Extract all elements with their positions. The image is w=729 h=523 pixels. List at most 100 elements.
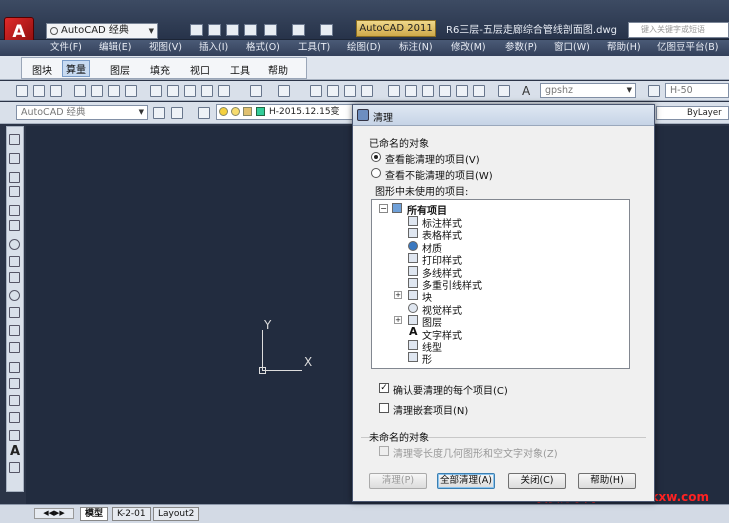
close-button[interactable]: 关闭(C) bbox=[508, 473, 566, 489]
zoom-previous-icon[interactable] bbox=[361, 85, 373, 97]
tool-palettes-icon[interactable] bbox=[422, 85, 434, 97]
help-button[interactable]: 帮助(H) bbox=[578, 473, 636, 489]
menu-tools[interactable]: 工具(T) bbox=[298, 41, 330, 55]
zoom-realtime-icon[interactable] bbox=[327, 85, 339, 97]
tab-hatch[interactable]: 填充 bbox=[150, 62, 170, 77]
menu-format[interactable]: 格式(O) bbox=[246, 41, 280, 55]
polygon-icon[interactable] bbox=[9, 186, 20, 197]
save-as-icon[interactable] bbox=[244, 24, 257, 36]
tab-viewport[interactable]: 视口 bbox=[190, 62, 210, 77]
workspace-toggle-icon[interactable] bbox=[171, 107, 183, 119]
radio-purgeable-label[interactable]: 查看能清理的项目(V) bbox=[385, 151, 480, 166]
match-properties-icon[interactable] bbox=[201, 85, 213, 97]
help-icon[interactable] bbox=[498, 85, 510, 97]
save-icon[interactable] bbox=[226, 24, 239, 36]
table-icon[interactable] bbox=[9, 430, 20, 441]
quickcalc-icon[interactable] bbox=[473, 85, 485, 97]
lock-icon[interactable] bbox=[243, 107, 252, 116]
lightbulb-icon[interactable] bbox=[219, 107, 228, 116]
confirm-each-label[interactable]: 确认要清理的每个项目(C) bbox=[393, 382, 508, 397]
purge-zero-checkbox[interactable] bbox=[379, 446, 389, 456]
tab-layout-k201[interactable]: K-2-01 bbox=[112, 507, 151, 521]
make-block-icon[interactable] bbox=[9, 342, 20, 353]
cut-icon[interactable] bbox=[150, 85, 162, 97]
menu-view[interactable]: 视图(V) bbox=[149, 41, 182, 55]
confirm-each-checkbox[interactable]: ✓ bbox=[379, 383, 389, 393]
circle-icon[interactable] bbox=[9, 239, 20, 250]
menu-help[interactable]: 帮助(H) bbox=[607, 41, 641, 55]
menu-edit[interactable]: 编辑(E) bbox=[99, 41, 131, 55]
point-icon[interactable] bbox=[9, 362, 20, 373]
menu-file[interactable]: 文件(F) bbox=[50, 41, 82, 55]
construction-line-icon[interactable] bbox=[9, 153, 20, 164]
radio-nonpurgeable[interactable] bbox=[371, 168, 381, 178]
purge-nested-label[interactable]: 清理嵌套项目(N) bbox=[393, 402, 468, 417]
preview-icon[interactable] bbox=[91, 85, 103, 97]
revision-cloud-icon[interactable] bbox=[9, 256, 20, 267]
save-icon[interactable] bbox=[50, 85, 62, 97]
layer-color-icon[interactable] bbox=[256, 107, 265, 116]
block-editor-icon[interactable] bbox=[218, 85, 230, 97]
gear-icon[interactable] bbox=[153, 107, 165, 119]
menu-dimension[interactable]: 标注(N) bbox=[399, 41, 433, 55]
expand-toggle-icon[interactable]: + bbox=[394, 316, 402, 324]
menu-draw[interactable]: 绘图(D) bbox=[347, 41, 381, 55]
menu-modify[interactable]: 修改(M) bbox=[451, 41, 486, 55]
design-center-icon[interactable] bbox=[405, 85, 417, 97]
insert-block-icon[interactable] bbox=[9, 325, 20, 336]
undo-icon[interactable] bbox=[264, 24, 277, 36]
tab-model[interactable]: 模型 bbox=[80, 507, 109, 521]
purge-nested-checkbox[interactable] bbox=[379, 403, 389, 413]
menu-parametric[interactable]: 参数(P) bbox=[505, 41, 537, 55]
linetype-select[interactable]: ByLayer bbox=[656, 106, 729, 120]
add-selected-icon[interactable] bbox=[9, 462, 20, 473]
dim-style-select[interactable]: H-50 bbox=[665, 83, 729, 98]
polyline-icon[interactable] bbox=[9, 172, 20, 183]
menu-insert[interactable]: 插入(I) bbox=[199, 41, 228, 55]
sun-icon[interactable] bbox=[231, 107, 240, 116]
menu-window[interactable]: 窗口(W) bbox=[554, 41, 590, 55]
layer-manager-icon[interactable] bbox=[198, 107, 210, 119]
tab-tools[interactable]: 工具 bbox=[230, 62, 250, 77]
new-file-icon[interactable] bbox=[190, 24, 203, 36]
line-icon[interactable] bbox=[9, 134, 20, 145]
layout-nav-icon[interactable]: ◀◀▶▶ bbox=[34, 508, 74, 519]
workspace-combo[interactable]: AutoCAD 经典 ▼ bbox=[16, 105, 148, 120]
redo-icon[interactable] bbox=[278, 85, 290, 97]
gradient-icon[interactable] bbox=[9, 395, 20, 406]
text-style-select[interactable]: gpshz ▼ bbox=[540, 83, 636, 98]
paste-icon[interactable] bbox=[184, 85, 196, 97]
ellipse-icon[interactable] bbox=[9, 290, 20, 301]
arc-icon[interactable] bbox=[9, 220, 20, 231]
print-icon[interactable] bbox=[320, 24, 333, 36]
menu-platform[interactable]: 亿图豆平台(B) bbox=[657, 41, 718, 55]
purge-all-button[interactable]: 全部清理(A) bbox=[437, 473, 495, 489]
search-input[interactable]: 键入关键字或短语 bbox=[628, 22, 729, 38]
region-icon[interactable] bbox=[9, 412, 20, 423]
plot-icon[interactable] bbox=[74, 85, 86, 97]
radio-purgeable[interactable] bbox=[371, 152, 381, 162]
new-icon[interactable] bbox=[16, 85, 28, 97]
undo-icon[interactable] bbox=[250, 85, 262, 97]
zoom-window-icon[interactable] bbox=[344, 85, 356, 97]
purge-button[interactable]: 清理(P) bbox=[369, 473, 427, 489]
multiline-text-icon[interactable]: A bbox=[10, 444, 20, 459]
hatch-icon[interactable] bbox=[9, 378, 20, 389]
properties-icon[interactable] bbox=[388, 85, 400, 97]
collapse-toggle-icon[interactable]: − bbox=[379, 204, 388, 213]
sheet-set-icon[interactable] bbox=[439, 85, 451, 97]
copy-icon[interactable] bbox=[167, 85, 179, 97]
tab-blocks[interactable]: 图块 bbox=[32, 62, 52, 77]
rectangle-icon[interactable] bbox=[9, 205, 20, 216]
open-icon[interactable] bbox=[33, 85, 45, 97]
3d-print-icon[interactable] bbox=[125, 85, 137, 97]
tab-help[interactable]: 帮助 bbox=[268, 62, 288, 77]
redo-icon[interactable] bbox=[292, 24, 305, 36]
markup-icon[interactable] bbox=[456, 85, 468, 97]
tab-quantity[interactable]: 算量 bbox=[62, 60, 90, 77]
unused-items-tree[interactable]: − 所有项目 标注样式 表格样式 材质 打印样式 多线样式 多重引线样式 + 块… bbox=[371, 199, 630, 369]
tree-item[interactable]: 形 bbox=[422, 351, 432, 366]
radio-nonpurgeable-label[interactable]: 查看不能清理的项目(W) bbox=[385, 167, 493, 182]
tab-layers[interactable]: 图层 bbox=[110, 62, 130, 77]
spline-icon[interactable] bbox=[9, 272, 20, 283]
